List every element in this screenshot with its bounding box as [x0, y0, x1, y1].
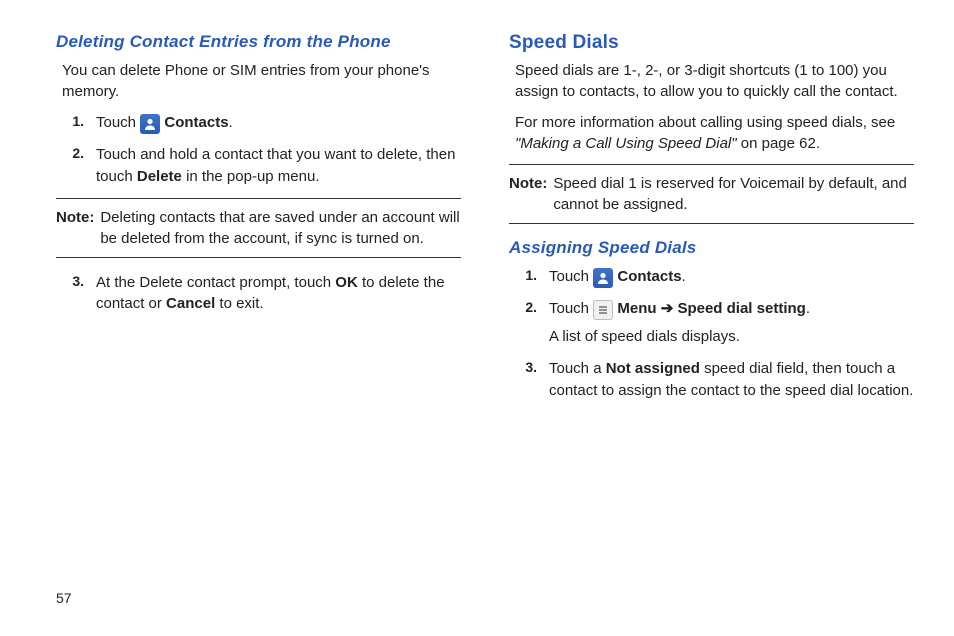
right-column: Speed Dials Speed dials are 1-, 2-, or 3… — [509, 32, 914, 590]
paragraph-intro: You can delete Phone or SIM entries from… — [62, 60, 461, 102]
step-number: 1. — [515, 266, 537, 283]
list-item: 3. Touch a Not assigned speed dial field… — [515, 358, 914, 402]
list-item: 1. Touch Contacts. — [62, 112, 461, 134]
contacts-icon — [140, 114, 160, 134]
heading-assigning-speed-dials: Assigning Speed Dials — [509, 238, 914, 258]
page-number: 57 — [56, 590, 72, 606]
text-bold: Speed dial setting — [673, 300, 806, 317]
text-bold: Cancel — [166, 295, 215, 312]
note-label: Note: — [56, 207, 94, 249]
step-number: 3. — [515, 358, 537, 375]
menu-icon — [593, 300, 613, 320]
text-fragment: Touch a — [549, 360, 606, 377]
list-item: 2. Touch Menu ➔ Speed dial setting. A li… — [515, 298, 914, 348]
text-bold: Not assigned — [606, 360, 700, 377]
note-text: Deleting contacts that are saved under a… — [100, 207, 461, 249]
text-fragment: For more information about calling using… — [515, 114, 895, 131]
step-text: Touch Menu ➔ Speed dial setting. A list … — [549, 298, 914, 348]
paragraph: Speed dials are 1-, 2-, or 3-digit short… — [515, 60, 914, 102]
note-label: Note: — [509, 173, 547, 215]
page-body: Deleting Contact Entries from the Phone … — [0, 0, 954, 600]
text-italic-reference: "Making a Call Using Speed Dial" — [515, 135, 737, 152]
arrow-icon: ➔ — [661, 300, 674, 317]
text-fragment: . — [682, 268, 686, 285]
note-line: Note: Deleting contacts that are saved u… — [56, 207, 461, 249]
step-number: 2. — [62, 144, 84, 161]
step-number: 3. — [62, 272, 84, 289]
text-bold: OK — [335, 274, 358, 291]
step-subtext: A list of speed dials displays. — [549, 326, 914, 348]
list-item: 2. Touch and hold a contact that you wan… — [62, 144, 461, 188]
text-fragment: in the pop-up menu. — [182, 168, 320, 185]
text-bold: Menu — [613, 300, 661, 317]
step-text: Touch and hold a contact that you want t… — [96, 144, 461, 188]
list-item: 3. At the Delete contact prompt, touch O… — [62, 272, 461, 316]
note-line: Note: Speed dial 1 is reserved for Voice… — [509, 173, 914, 215]
list-item: 1. Touch Contacts. — [515, 266, 914, 288]
step-number: 2. — [515, 298, 537, 315]
text-fragment: Touch — [549, 300, 593, 317]
step-number: 1. — [62, 112, 84, 129]
step-text: At the Delete contact prompt, touch OK t… — [96, 272, 461, 316]
text-bold: Contacts — [613, 268, 681, 285]
text-bold: Contacts — [160, 114, 228, 131]
note-text: Speed dial 1 is reserved for Voicemail b… — [553, 173, 914, 215]
steps-list-3: 1. Touch Contacts. 2. Touch Menu ➔ Speed… — [515, 266, 914, 401]
left-column: Deleting Contact Entries from the Phone … — [56, 32, 461, 590]
text-fragment: Touch — [549, 268, 593, 285]
steps-list-2: 3. At the Delete contact prompt, touch O… — [62, 272, 461, 316]
text-fragment: At the Delete contact prompt, touch — [96, 274, 335, 291]
text-fragment: on page 62. — [737, 135, 820, 152]
contacts-icon — [593, 268, 613, 288]
text-fragment: Touch — [96, 114, 140, 131]
note-box: Note: Speed dial 1 is reserved for Voice… — [509, 164, 914, 224]
heading-speed-dials: Speed Dials — [509, 32, 914, 54]
text-fragment: . — [806, 300, 810, 317]
note-box: Note: Deleting contacts that are saved u… — [56, 198, 461, 258]
steps-list-1: 1. Touch Contacts. 2. Touch and hold a c… — [62, 112, 461, 188]
paragraph: For more information about calling using… — [515, 112, 914, 154]
step-text: Touch Contacts. — [96, 112, 461, 134]
text-fragment: . — [229, 114, 233, 131]
step-text: Touch Contacts. — [549, 266, 914, 288]
heading-deleting-contacts: Deleting Contact Entries from the Phone — [56, 32, 461, 52]
text-bold: Delete — [137, 168, 182, 185]
step-text: Touch a Not assigned speed dial field, t… — [549, 358, 914, 402]
text-fragment: to exit. — [215, 295, 263, 312]
